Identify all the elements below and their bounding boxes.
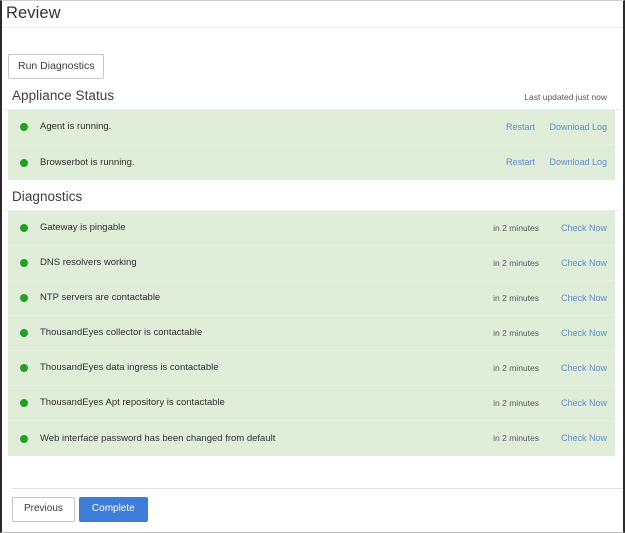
diagnostics-row-actions: in 2 minutes Check Now xyxy=(463,293,615,304)
download-log-link[interactable]: Download Log xyxy=(535,122,607,133)
restart-link[interactable]: Restart xyxy=(479,122,535,133)
check-now-link[interactable]: Check Now xyxy=(539,223,607,234)
diagnostics-row-label: Gateway is pingable xyxy=(40,222,126,233)
toolbar: Run Diagnostics xyxy=(2,28,623,79)
check-now-link[interactable]: Check Now xyxy=(539,293,607,304)
check-now-link[interactable]: Check Now xyxy=(539,328,607,339)
table-row: Agent is running. Restart Download Log xyxy=(8,110,615,145)
table-row: DNS resolvers working in 2 minutes Check… xyxy=(8,246,615,281)
diagnostics-row-label: ThousandEyes collector is contactable xyxy=(40,327,203,338)
diagnostics-row-actions: in 2 minutes Check Now xyxy=(463,433,615,444)
diagnostics-header: Diagnostics xyxy=(8,180,615,210)
diagnostics-section: Diagnostics xyxy=(2,180,623,210)
complete-button[interactable]: Complete xyxy=(78,497,148,522)
diagnostics-list: Gateway is pingable in 2 minutes Check N… xyxy=(8,211,615,456)
diagnostics-row-label: NTP servers are contactable xyxy=(40,292,161,303)
table-row: ThousandEyes data ingress is contactable… xyxy=(8,351,615,386)
appliance-status-row-actions: Restart Download Log xyxy=(479,122,615,133)
diagnostics-row-label: ThousandEyes data ingress is contactable xyxy=(40,362,219,373)
status-ok-icon xyxy=(20,259,28,267)
diagnostics-row-actions: in 2 minutes Check Now xyxy=(463,363,615,374)
check-now-link[interactable]: Check Now xyxy=(539,258,607,269)
run-diagnostics-button[interactable]: Run Diagnostics xyxy=(8,54,105,79)
status-ok-icon xyxy=(20,123,28,131)
next-check-label: in 2 minutes xyxy=(493,327,539,338)
next-check-label: in 2 minutes xyxy=(493,257,539,268)
diagnostics-row-label: ThousandEyes Apt repository is contactab… xyxy=(40,397,225,408)
page-title: Review xyxy=(6,4,61,22)
table-row: ThousandEyes Apt repository is contactab… xyxy=(8,386,615,421)
table-row: NTP servers are contactable in 2 minutes… xyxy=(8,281,615,316)
next-check-label: in 2 minutes xyxy=(493,222,539,233)
table-row: Browserbot is running. Restart Download … xyxy=(8,145,615,180)
download-log-link[interactable]: Download Log xyxy=(535,157,607,168)
next-check-label: in 2 minutes xyxy=(493,433,539,443)
check-now-link[interactable]: Check Now xyxy=(539,363,607,374)
diagnostics-row-actions: in 2 minutes Check Now xyxy=(463,223,615,234)
check-now-link[interactable]: Check Now xyxy=(539,398,607,409)
table-row: ThousandEyes collector is contactable in… xyxy=(8,316,615,351)
appliance-status-header: Appliance Status Last updated just now xyxy=(8,79,615,109)
status-ok-icon xyxy=(20,294,28,302)
appliance-status-row-label: Browserbot is running. xyxy=(40,156,135,168)
footer: Previous Complete xyxy=(2,479,623,532)
appliance-status-section: Appliance Status Last updated just now xyxy=(2,79,623,109)
restart-link[interactable]: Restart xyxy=(479,157,535,168)
diagnostics-row-actions: in 2 minutes Check Now xyxy=(463,258,615,269)
status-ok-icon xyxy=(20,158,28,167)
diagnostics-row-actions: in 2 minutes Check Now xyxy=(463,328,615,339)
table-row: Web interface password has been changed … xyxy=(8,421,615,456)
footer-buttons: Previous Complete xyxy=(12,497,623,522)
status-ok-icon xyxy=(20,329,28,337)
status-ok-icon xyxy=(20,399,28,407)
status-ok-icon xyxy=(20,434,28,443)
next-check-label: in 2 minutes xyxy=(493,292,539,303)
diagnostics-row-actions: in 2 minutes Check Now xyxy=(463,398,615,409)
diagnostics-row-label: Web interface password has been changed … xyxy=(40,432,276,444)
next-check-label: in 2 minutes xyxy=(493,397,539,408)
check-now-link[interactable]: Check Now xyxy=(539,433,607,444)
review-page: Review Run Diagnostics Appliance Status … xyxy=(0,0,625,533)
status-ok-icon xyxy=(20,364,28,372)
status-ok-icon xyxy=(20,224,28,232)
next-check-label: in 2 minutes xyxy=(493,362,539,373)
last-updated-label: Last updated just now xyxy=(524,92,607,102)
appliance-status-title: Appliance Status xyxy=(12,88,115,103)
appliance-status-row-label: Agent is running. xyxy=(40,121,112,132)
diagnostics-title: Diagnostics xyxy=(12,189,83,204)
footer-spacer xyxy=(12,489,623,497)
appliance-status-list: Agent is running. Restart Download Log B… xyxy=(8,110,615,180)
table-row: Gateway is pingable in 2 minutes Check N… xyxy=(8,211,615,246)
previous-button[interactable]: Previous xyxy=(12,497,75,522)
appliance-status-row-actions: Restart Download Log xyxy=(479,157,615,168)
diagnostics-row-label: DNS resolvers working xyxy=(40,257,137,268)
